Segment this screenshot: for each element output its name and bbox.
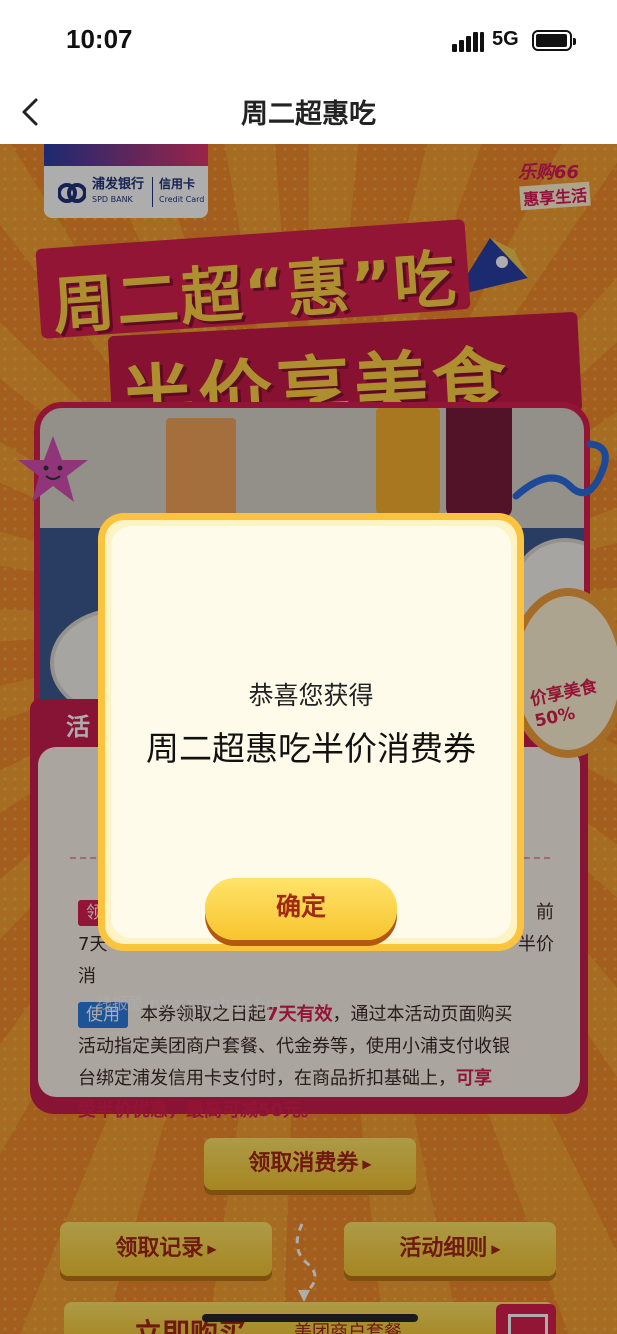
coupon-dialog: 恭喜您获得 周二超惠吃半价消费券 确定 xyxy=(98,513,524,951)
network-label: 5G xyxy=(492,28,519,50)
nav-bar: 周二超惠吃 xyxy=(0,80,617,144)
battery-icon xyxy=(532,30,576,51)
confirm-button[interactable]: 确定 xyxy=(205,878,397,940)
signal-icon xyxy=(452,32,486,52)
dialog-subtitle: 恭喜您获得 xyxy=(248,681,374,710)
home-indicator[interactable] xyxy=(202,1314,418,1322)
page-title: 周二超惠吃 xyxy=(241,99,376,130)
dialog-title: 周二超惠吃半价消费券 xyxy=(146,729,476,768)
status-bar: 10:07 5G xyxy=(0,0,617,80)
status-time: 10:07 xyxy=(66,24,133,54)
